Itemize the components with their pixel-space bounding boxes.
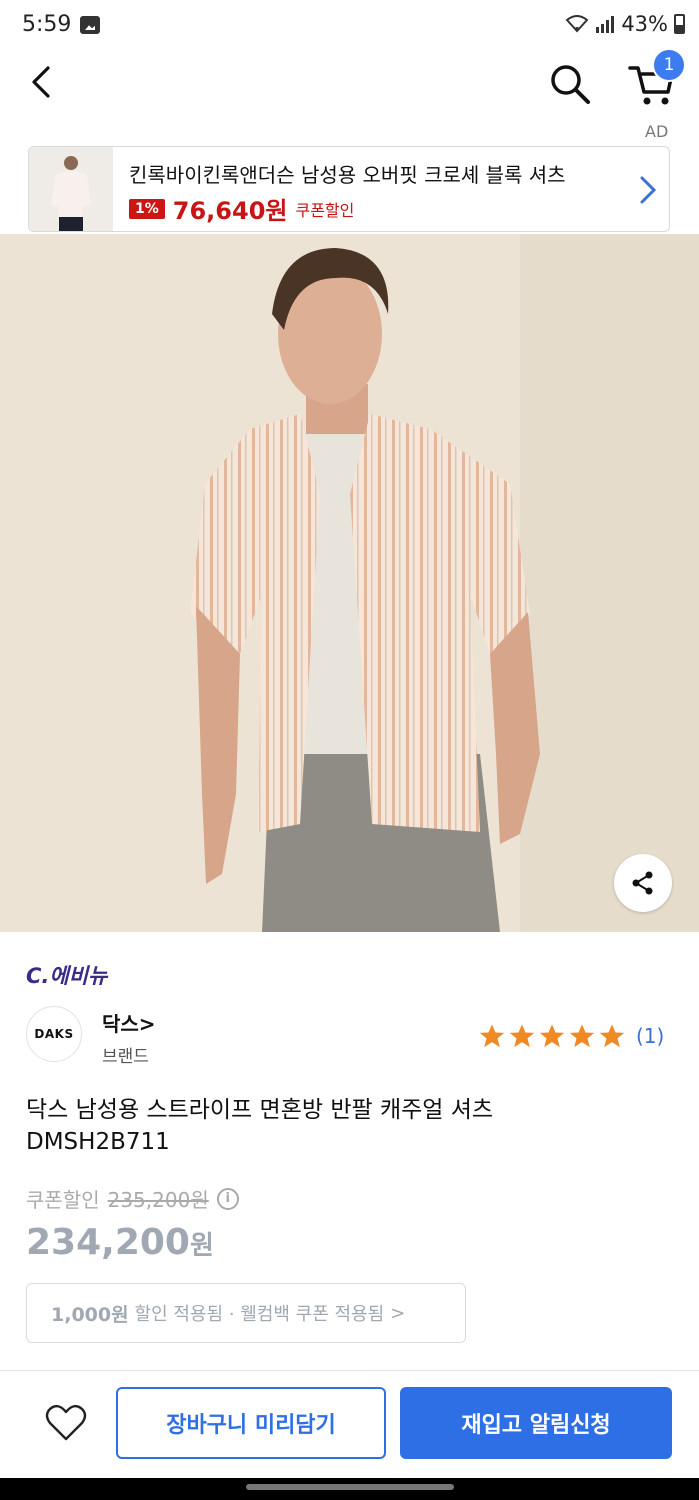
restock-notify-button[interactable]: 재입고 알림신청 [400,1387,672,1459]
product-model-code: DMSH2B711 [26,1129,170,1155]
top-app-bar [0,52,699,116]
ad-title: 킨록바이킨록앤더슨 남성용 오버핏 크로셰 블록 셔츠 [129,163,566,187]
battery-icon [674,14,685,34]
add-to-cart-preview-button[interactable]: 장바구니 미리담기 [116,1387,386,1459]
chevron-right-icon [640,176,657,204]
share-button[interactable] [614,854,672,912]
back-arrow-icon[interactable] [24,62,64,102]
home-gesture-handle[interactable] [246,1484,454,1490]
ad-discount-badge: 1% [129,198,165,219]
ad-price: 76,640원 [172,197,288,225]
rating-stars[interactable]: (1) [478,1022,664,1050]
battery-percent: 43% [621,12,668,36]
bottom-action-bar: 장바구니 미리담기 재입고 알림신청 [0,1370,699,1478]
cart-count-badge: 1 [652,48,686,82]
ad-thumbnail [29,147,113,231]
original-price: 235,200원 [107,1188,209,1212]
star-icon [539,1024,565,1048]
star-icon [569,1024,595,1048]
original-price-row: 쿠폰할인 235,200원 i [26,1184,239,1213]
review-count[interactable]: (1) [636,1024,664,1048]
heart-icon[interactable] [44,1403,88,1443]
brand-label: 브랜드 [102,1047,149,1067]
star-icon [599,1024,625,1048]
system-nav-bar [0,1478,699,1500]
benefit-box[interactable]: 1,000원 할인 적용됨 · 웰컴백 쿠폰 적용됨 > [26,1283,466,1343]
ad-price-row: 1% 76,640원 쿠폰할인 [129,191,354,226]
final-price: 234,200원 [26,1222,214,1263]
wifi-icon [565,15,589,33]
signal-icon [596,16,615,33]
seller-name[interactable]: C.에비뉴 [26,960,107,990]
gallery-notification-icon [80,16,100,34]
status-right: 43% [565,12,685,36]
currency-unit: 원 [189,1231,214,1261]
info-icon[interactable]: i [216,1187,239,1210]
star-icon [509,1024,535,1048]
coupon-discount-label: 쿠폰할인 [26,1188,100,1212]
status-bar: 5:59 43% [0,0,699,52]
star-icon [479,1024,505,1048]
ad-model-image [51,156,91,231]
chevron-right-icon: > [390,1302,406,1324]
product-image[interactable] [0,234,699,932]
status-time: 5:59 [22,12,72,37]
product-title: 닥스 남성용 스트라이프 면혼방 반팔 캐주얼 셔츠 DMSH2B711 [26,1094,666,1158]
ad-banner[interactable]: 킨록바이킨록앤더슨 남성용 오버핏 크로셰 블록 셔츠 1% 76,640원 쿠… [28,146,670,232]
final-price-value: 234,200 [26,1222,190,1263]
brand-link[interactable]: 닥스> [102,1008,156,1037]
brand-logo[interactable]: DAKS [26,1006,82,1062]
share-icon [632,871,653,895]
ad-coupon-text: 쿠폰할인 [295,200,355,220]
benefit-text: 할인 적용됨 · 웰컴백 쿠폰 적용됨 [134,1304,385,1325]
product-title-line1: 닥스 남성용 스트라이프 면혼방 반팔 캐주얼 셔츠 [26,1097,494,1123]
product-model-photo [0,234,699,932]
search-icon[interactable] [546,60,594,108]
benefit-amount: 1,000원 [51,1303,129,1326]
ad-label: AD [645,122,669,141]
